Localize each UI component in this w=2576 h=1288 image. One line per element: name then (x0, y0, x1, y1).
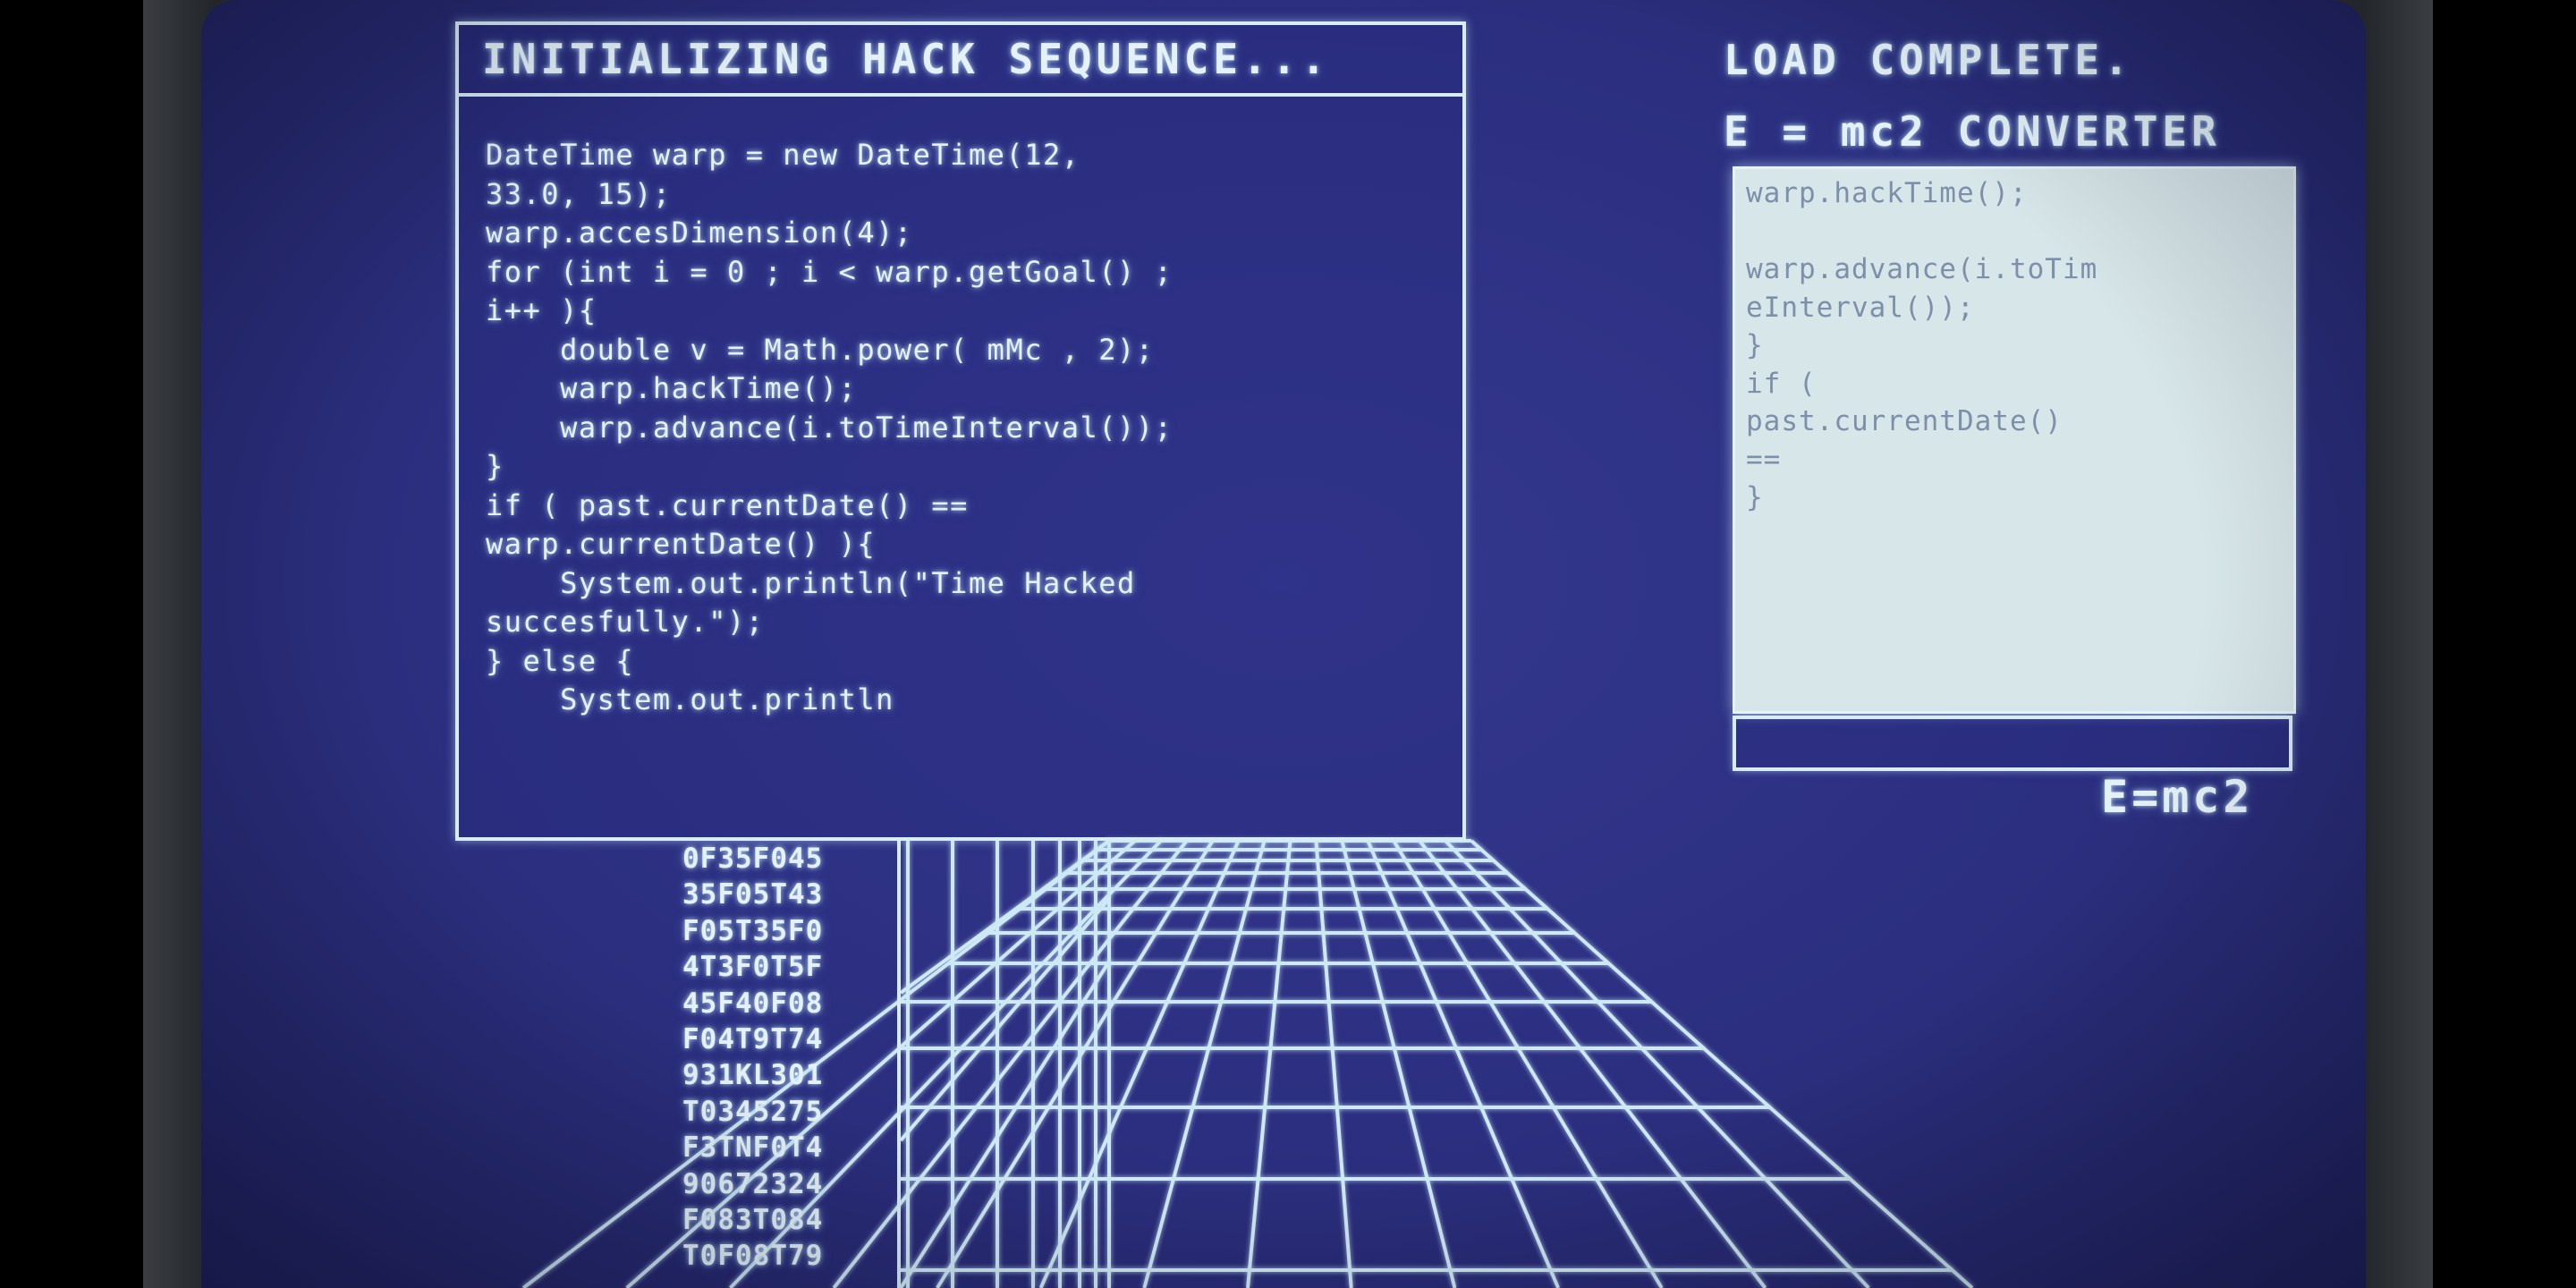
code-line: System.out.println (486, 682, 894, 716)
converter-output-panel: warp.hackTime(); warp.advance(i.toTim eIn… (1733, 166, 2296, 714)
hex-value: F05T35F0 (682, 914, 824, 947)
hex-value: T0F08T79 (682, 1240, 824, 1273)
converter-output-line: if ( (1746, 367, 1817, 400)
code-line: double v = Math.power( mMc , 2); (486, 332, 1155, 367)
code-line: DateTime warp = new DateTime(12, (486, 138, 1080, 172)
code-line: succesfully."); (486, 605, 765, 639)
converter-output-line: warp.advance(i.toTim (1746, 253, 2098, 285)
code-window: INITIALIZING HACK SEQUENCE... DateTime w… (455, 21, 1466, 841)
converter-output-line (1746, 213, 2293, 251)
hex-value: F3TNF0T4 (682, 1131, 824, 1165)
code-line: 33.0, 15); (486, 176, 672, 211)
code-line: } (486, 449, 504, 483)
code-line: i++ ){ (486, 293, 597, 327)
converter-output-line: == (1746, 443, 1782, 476)
code-line: warp.accesDimension(4); (486, 216, 913, 250)
hex-value: 4T3F0T5F (682, 951, 824, 984)
hex-value: F04T9T74 (682, 1023, 824, 1056)
hex-column: 0F35F045 35F05T43 F05T35F0 4T3F0T5F 45F40F08… (679, 841, 901, 1288)
code-line: System.out.println("Time Hacked (486, 565, 1136, 600)
code-line: warp.currentDate() ){ (486, 527, 877, 561)
code-window-title: INITIALIZING HACK SEQUENCE... (459, 25, 1462, 97)
formula-label: E=mc2 (2101, 771, 2254, 823)
code-line: for (int i = 0 ; i < warp.getGoal() ; (486, 254, 1174, 289)
hex-value: T0345275 (682, 1095, 824, 1128)
hex-value: 931KL301 (682, 1059, 824, 1092)
code-line: } else { (486, 643, 635, 678)
converter-output-line: warp.hackTime(); (1746, 177, 2028, 209)
converter-title: E = mc2 CONVERTER (1724, 107, 2221, 156)
converter-input-field[interactable] (1733, 716, 2292, 771)
converter-output-line: eInterval()); (1746, 291, 1975, 324)
hex-value: 45F40F08 (682, 987, 824, 1020)
converter-output-line: past.currentDate() (1746, 405, 2063, 437)
load-status-text: LOAD COMPLETE. (1724, 36, 2133, 84)
code-line: warp.hackTime(); (486, 371, 858, 405)
converter-output-line: } (1746, 481, 1764, 513)
converter-output-line: } (1746, 329, 1764, 361)
hex-value: 90672324 (682, 1167, 824, 1200)
hex-value: 35F05T43 (682, 878, 824, 911)
crt-screen: 0F35F045 35F05T43 F05T35F0 4T3F0T5F 45F40F08… (201, 0, 2366, 1288)
hex-value: F083T084 (682, 1204, 824, 1237)
code-line: warp.advance(i.toTimeInterval()); (486, 410, 1174, 445)
code-line: if ( past.currentDate() == (486, 487, 969, 522)
code-body: DateTime warp = new DateTime(12, 33.0, 15… (459, 97, 1462, 720)
hex-value: 0F35F045 (682, 843, 824, 875)
